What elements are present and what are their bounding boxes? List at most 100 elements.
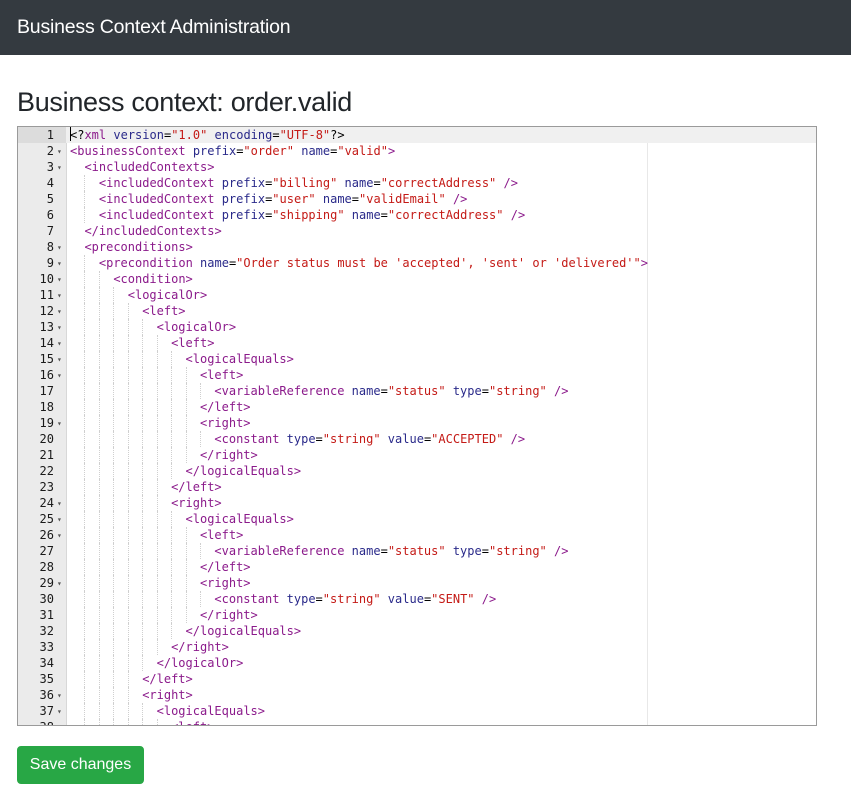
- fold-toggle-icon[interactable]: ▾: [57, 319, 65, 336]
- fold-toggle-icon[interactable]: ▾: [57, 367, 65, 384]
- indent-guide: [185, 591, 187, 607]
- code-line[interactable]: 36 ▾ <right>: [18, 687, 816, 703]
- code-line[interactable]: 21 </right>: [18, 447, 816, 463]
- fold-toggle-icon[interactable]: ▾: [57, 703, 65, 720]
- indent-guide: [185, 431, 187, 447]
- code-line[interactable]: 1 <?xml version="1.0" encoding="UTF-8"?>: [18, 127, 816, 143]
- xml-code-editor[interactable]: 1 <?xml version="1.0" encoding="UTF-8"?> 2…: [17, 126, 817, 726]
- fold-toggle-icon[interactable]: ▾: [57, 415, 65, 432]
- code-token: name: [344, 208, 381, 222]
- code-text: <preconditions>: [84, 239, 192, 255]
- indent-guide: [113, 287, 115, 303]
- indent-guide: [199, 431, 201, 447]
- code-line[interactable]: 25 ▾ <logicalEquals>: [18, 511, 816, 527]
- code-token: />: [474, 592, 497, 606]
- code-line[interactable]: 7 </includedContexts>: [18, 223, 816, 239]
- fold-toggle-icon[interactable]: ▾: [57, 511, 65, 528]
- code-line[interactable]: 28 </left>: [18, 559, 816, 575]
- code-text: <logicalEquals>: [186, 511, 294, 527]
- code-line[interactable]: 35 </left>: [18, 671, 816, 687]
- fold-toggle-icon[interactable]: ▾: [57, 271, 65, 288]
- code-line[interactable]: 9 ▾ <precondition name="Order status must …: [18, 255, 816, 271]
- code-line[interactable]: 23 </left>: [18, 479, 816, 495]
- code-text: </right>: [200, 607, 258, 623]
- fold-toggle-icon[interactable]: ▾: [57, 687, 65, 704]
- indent-guide: [142, 351, 144, 367]
- code-line[interactable]: 24 ▾ <right>: [18, 495, 816, 511]
- fold-toggle-icon[interactable]: ▾: [57, 303, 65, 320]
- code-token: "string": [322, 432, 381, 446]
- code-text: <right>: [200, 415, 251, 431]
- code-line[interactable]: 16 ▾ <left>: [18, 367, 816, 383]
- code-line[interactable]: 34 </logicalOr>: [18, 655, 816, 671]
- code-line[interactable]: 38 <left>: [18, 719, 816, 725]
- code-line[interactable]: 13 ▾ <logicalOr>: [18, 319, 816, 335]
- line-number: 15: [39, 352, 54, 366]
- code-token: =: [315, 432, 323, 446]
- code-line[interactable]: 3 ▾ <includedContexts>: [18, 159, 816, 175]
- code-line[interactable]: 37 ▾ <logicalEquals>: [18, 703, 816, 719]
- line-number: 23: [39, 480, 54, 494]
- code-line[interactable]: 14 ▾ <left>: [18, 335, 816, 351]
- code-line[interactable]: 12 ▾ <left>: [18, 303, 816, 319]
- code-line[interactable]: 5 <includedContext prefix="user" name="va…: [18, 191, 816, 207]
- code-text: <logicalEquals>: [186, 351, 294, 367]
- fold-toggle-icon[interactable]: ▾: [57, 351, 65, 368]
- indent-guide: [98, 479, 100, 495]
- code-token: "status": [387, 544, 446, 558]
- indent-guide: [156, 463, 158, 479]
- fold-toggle-icon[interactable]: ▾: [57, 335, 65, 352]
- code-line[interactable]: 20 <constant type="string" value="ACCEPTE…: [18, 431, 816, 447]
- fold-toggle-icon[interactable]: ▾: [57, 527, 65, 544]
- fold-toggle-icon[interactable]: ▾: [57, 143, 65, 160]
- indent-guide: [127, 719, 129, 725]
- code-text: </includedContexts>: [84, 223, 221, 239]
- code-line[interactable]: 17 <variableReference name="status" type=…: [18, 383, 816, 399]
- indent-guide: [98, 351, 100, 367]
- code-line[interactable]: 11 ▾ <logicalOr>: [18, 287, 816, 303]
- fold-toggle-icon[interactable]: ▾: [57, 255, 65, 272]
- line-number: 26: [39, 528, 54, 542]
- fold-toggle-icon[interactable]: ▾: [57, 575, 65, 592]
- code-line[interactable]: 29 ▾ <right>: [18, 575, 816, 591]
- line-number: 25: [39, 512, 54, 526]
- line-number: 8: [46, 240, 54, 254]
- code-line[interactable]: 6 <includedContext prefix = "shipping" name…: [18, 207, 816, 223]
- fold-toggle-icon[interactable]: ▾: [57, 239, 65, 256]
- indent-guide: [127, 351, 129, 367]
- code-token: value: [380, 432, 424, 446]
- code-line[interactable]: 10 ▾ <condition>: [18, 271, 816, 287]
- indent-guide: [113, 319, 115, 335]
- indent-guide: [127, 559, 129, 575]
- indent-guide: [171, 607, 173, 623]
- code-line[interactable]: 26 ▾ <left>: [18, 527, 816, 543]
- code-line[interactable]: 30 <constant type="string" value="SENT" /…: [18, 591, 816, 607]
- code-line[interactable]: 32 </logicalEquals>: [18, 623, 816, 639]
- indent-guide: [156, 383, 158, 399]
- indent-guide: [113, 335, 115, 351]
- code-line[interactable]: 8 ▾ <preconditions>: [18, 239, 816, 255]
- indent-guide: [113, 447, 115, 463]
- code-line[interactable]: 15 ▾ <logicalEquals>: [18, 351, 816, 367]
- code-line[interactable]: 4 <includedContext prefix="billing" name=…: [18, 175, 816, 191]
- fold-toggle-icon[interactable]: ▾: [57, 287, 65, 304]
- indent-guide: [185, 607, 187, 623]
- code-line[interactable]: 27 <variableReference name="status" type=…: [18, 543, 816, 559]
- line-number: 10: [39, 272, 54, 286]
- indent-guide: [84, 591, 86, 607]
- code-line[interactable]: 31 </right>: [18, 607, 816, 623]
- save-changes-button[interactable]: Save changes: [17, 746, 144, 784]
- code-token: "billing": [272, 176, 338, 190]
- code-line[interactable]: 18 </left>: [18, 399, 816, 415]
- fold-toggle-icon[interactable]: ▾: [57, 495, 65, 512]
- code-line[interactable]: 33 </right>: [18, 639, 816, 655]
- fold-toggle-icon[interactable]: ▾: [57, 159, 65, 176]
- indent-guide: [98, 287, 100, 303]
- code-text: <logicalOr>: [157, 319, 236, 335]
- code-token: "Order status must be 'accepted', 'sent'…: [236, 256, 641, 270]
- navbar-brand[interactable]: Business Context Administration: [17, 15, 291, 39]
- code-line[interactable]: 2 ▾ <businessContext prefix="order" name="…: [18, 143, 816, 159]
- code-line[interactable]: 19 ▾ <right>: [18, 415, 816, 431]
- indent-guide: [156, 415, 158, 431]
- code-line[interactable]: 22 </logicalEquals>: [18, 463, 816, 479]
